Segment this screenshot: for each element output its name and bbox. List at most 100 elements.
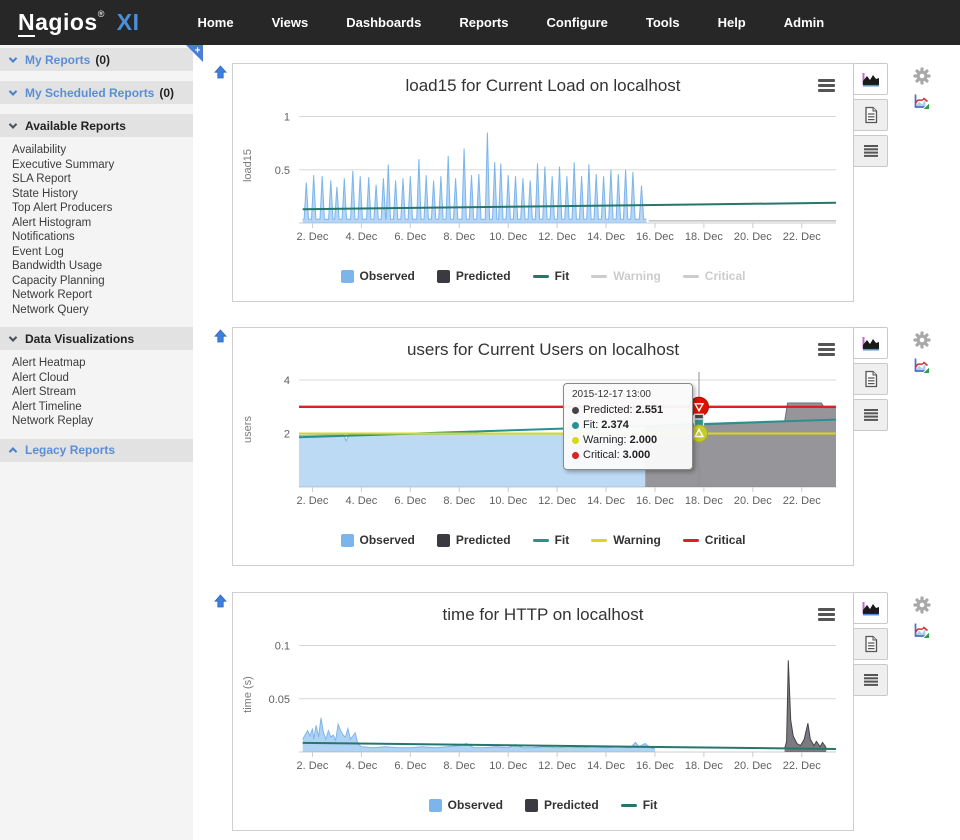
- legend-item-fit[interactable]: Fit: [621, 798, 658, 812]
- x-tick-label: 16. Dec: [636, 495, 674, 507]
- sidebar-item-top-alert-producers[interactable]: Top Alert Producers: [0, 201, 193, 216]
- chart-canvas[interactable]: 0.050.1time (s)2. Dec4. Dec6. Dec8. Dec1…: [235, 627, 851, 783]
- collapse-up-arrow-icon[interactable]: [213, 329, 229, 345]
- chart-context-menu-icon[interactable]: [818, 79, 835, 94]
- legend-item-observed[interactable]: Observed: [341, 533, 415, 547]
- collapse-up-arrow-icon[interactable]: [213, 65, 229, 81]
- legend-item-warning[interactable]: Warning: [591, 269, 661, 283]
- chart-context-menu-icon[interactable]: [818, 608, 835, 623]
- legend-item-critical[interactable]: Critical: [683, 533, 746, 547]
- settings-gear-icon[interactable]: [913, 67, 931, 85]
- tab-chart-view[interactable]: [853, 592, 888, 624]
- nav-item-tools[interactable]: Tools: [646, 15, 680, 30]
- nav-item-home[interactable]: Home: [197, 15, 233, 30]
- sidebar-item-sla-report[interactable]: SLA Report: [0, 172, 193, 187]
- legend-item-fit[interactable]: Fit: [533, 533, 570, 547]
- chart-canvas[interactable]: 24users2. Dec4. Dec6. Dec8. Dec10. Dec12…: [235, 362, 851, 518]
- sidebar-item-bandwidth-usage[interactable]: Bandwidth Usage: [0, 259, 193, 274]
- sidebar-section-count: (0): [159, 86, 174, 100]
- tooltip-timestamp: 2015-12-17 13:00: [572, 389, 684, 400]
- sidebar-item-state-history[interactable]: State History: [0, 187, 193, 202]
- svg-text:+: +: [195, 46, 201, 57]
- export-graph-icon[interactable]: [913, 93, 930, 110]
- chart-card: time for HTTP on localhost 0.050.1time (…: [232, 592, 854, 831]
- tab-report-view[interactable]: [853, 99, 888, 131]
- tab-data-view[interactable]: [853, 664, 888, 696]
- data-list-icon: [863, 144, 879, 158]
- nav-item-reports[interactable]: Reports: [459, 15, 508, 30]
- nav-item-configure[interactable]: Configure: [546, 15, 607, 30]
- sidebar-item-alert-histogram[interactable]: Alert Histogram: [0, 216, 193, 231]
- tab-data-view[interactable]: [853, 399, 888, 431]
- sidebar-item-availability[interactable]: Availability: [0, 143, 193, 158]
- nav-item-views[interactable]: Views: [272, 15, 309, 30]
- x-tick-label: 20. Dec: [734, 231, 772, 243]
- export-graph-icon[interactable]: [913, 357, 930, 374]
- legend-item-predicted[interactable]: Predicted: [437, 533, 511, 547]
- x-tick-label: 18. Dec: [685, 495, 723, 507]
- x-tick-label: 2. Dec: [297, 495, 329, 507]
- sidebar-item-event-log[interactable]: Event Log: [0, 245, 193, 260]
- sidebar-item-alert-timeline[interactable]: Alert Timeline: [0, 400, 193, 415]
- sidebar-section-data-visualizations[interactable]: Data Visualizations: [0, 327, 193, 350]
- nav-item-help[interactable]: Help: [718, 15, 746, 30]
- reports-sidebar: My Reports(0) My Scheduled Reports(0) Avai…: [0, 45, 193, 840]
- x-tick-label: 18. Dec: [685, 231, 723, 243]
- series-predicted-area: [785, 660, 827, 752]
- chart-card: load15 for Current Load on localhost 0.5…: [232, 63, 854, 302]
- sidebar-expand-plus-icon[interactable]: +: [186, 45, 203, 62]
- sidebar-item-network-query[interactable]: Network Query: [0, 303, 193, 318]
- report-document-icon: [862, 635, 880, 653]
- chart-canvas[interactable]: 0.51load152. Dec4. Dec6. Dec8. Dec10. De…: [235, 98, 851, 254]
- tab-report-view[interactable]: [853, 628, 888, 660]
- sidebar-item-alert-heatmap[interactable]: Alert Heatmap: [0, 356, 193, 371]
- sidebar-item-network-replay[interactable]: Network Replay: [0, 414, 193, 429]
- legend-item-observed[interactable]: Observed: [341, 269, 415, 283]
- legend-label: Predicted: [456, 269, 511, 283]
- export-graph-icon[interactable]: [913, 622, 930, 639]
- chart-legend: Observed Predicted Fit: [233, 791, 853, 819]
- sidebar-section-legacy-reports[interactable]: Legacy Reports: [0, 439, 193, 462]
- legend-item-predicted[interactable]: Predicted: [525, 798, 599, 812]
- sidebar-item-network-report[interactable]: Network Report: [0, 288, 193, 303]
- chart-context-menu-icon[interactable]: [818, 343, 835, 358]
- sidebar-item-capacity-planning[interactable]: Capacity Planning: [0, 274, 193, 289]
- legend-item-critical[interactable]: Critical: [683, 269, 746, 283]
- legend-label: Warning: [613, 269, 661, 283]
- sidebar-item-alert-cloud[interactable]: Alert Cloud: [0, 371, 193, 386]
- sidebar-section-available-reports[interactable]: Available Reports: [0, 114, 193, 137]
- tooltip-row: Predicted:2.551: [572, 403, 684, 418]
- sidebar-item-notifications[interactable]: Notifications: [0, 230, 193, 245]
- tab-chart-view[interactable]: [853, 63, 888, 95]
- nav-item-dashboards[interactable]: Dashboards: [346, 15, 421, 30]
- x-tick-label: 2. Dec: [297, 231, 329, 243]
- legend-swatch: [533, 539, 549, 542]
- legend-item-warning[interactable]: Warning: [591, 533, 661, 547]
- chevron-down-icon: [9, 54, 17, 62]
- sidebar-section-my-reports[interactable]: My Reports(0): [0, 48, 193, 71]
- tab-report-view[interactable]: [853, 363, 888, 395]
- sidebar-section-my-scheduled-reports[interactable]: My Scheduled Reports(0): [0, 81, 193, 104]
- tab-chart-view[interactable]: [853, 327, 888, 359]
- legend-swatch: [437, 270, 450, 283]
- marker-circle-icon: [690, 425, 707, 442]
- nagios-xi-logo[interactable]: Nagios® XI: [18, 9, 139, 36]
- settings-gear-icon[interactable]: [913, 596, 931, 614]
- legend-item-predicted[interactable]: Predicted: [437, 269, 511, 283]
- x-tick-label: 4. Dec: [345, 231, 377, 243]
- x-tick-label: 4. Dec: [345, 760, 377, 772]
- x-tick-label: 18. Dec: [685, 760, 723, 772]
- nav-item-admin[interactable]: Admin: [784, 15, 824, 30]
- settings-gear-icon[interactable]: [913, 331, 931, 349]
- legend-swatch: [437, 534, 450, 547]
- sidebar-item-alert-stream[interactable]: Alert Stream: [0, 385, 193, 400]
- logo-text-nagios: Nagios: [18, 9, 98, 37]
- legend-item-fit[interactable]: Fit: [533, 269, 570, 283]
- legend-label: Observed: [360, 269, 415, 283]
- legend-item-observed[interactable]: Observed: [429, 798, 503, 812]
- series-bullet-icon: [572, 452, 579, 459]
- sidebar-item-executive-summary[interactable]: Executive Summary: [0, 158, 193, 173]
- tab-data-view[interactable]: [853, 135, 888, 167]
- collapse-up-arrow-icon[interactable]: [213, 594, 229, 610]
- y-tick-label: 4: [284, 375, 290, 387]
